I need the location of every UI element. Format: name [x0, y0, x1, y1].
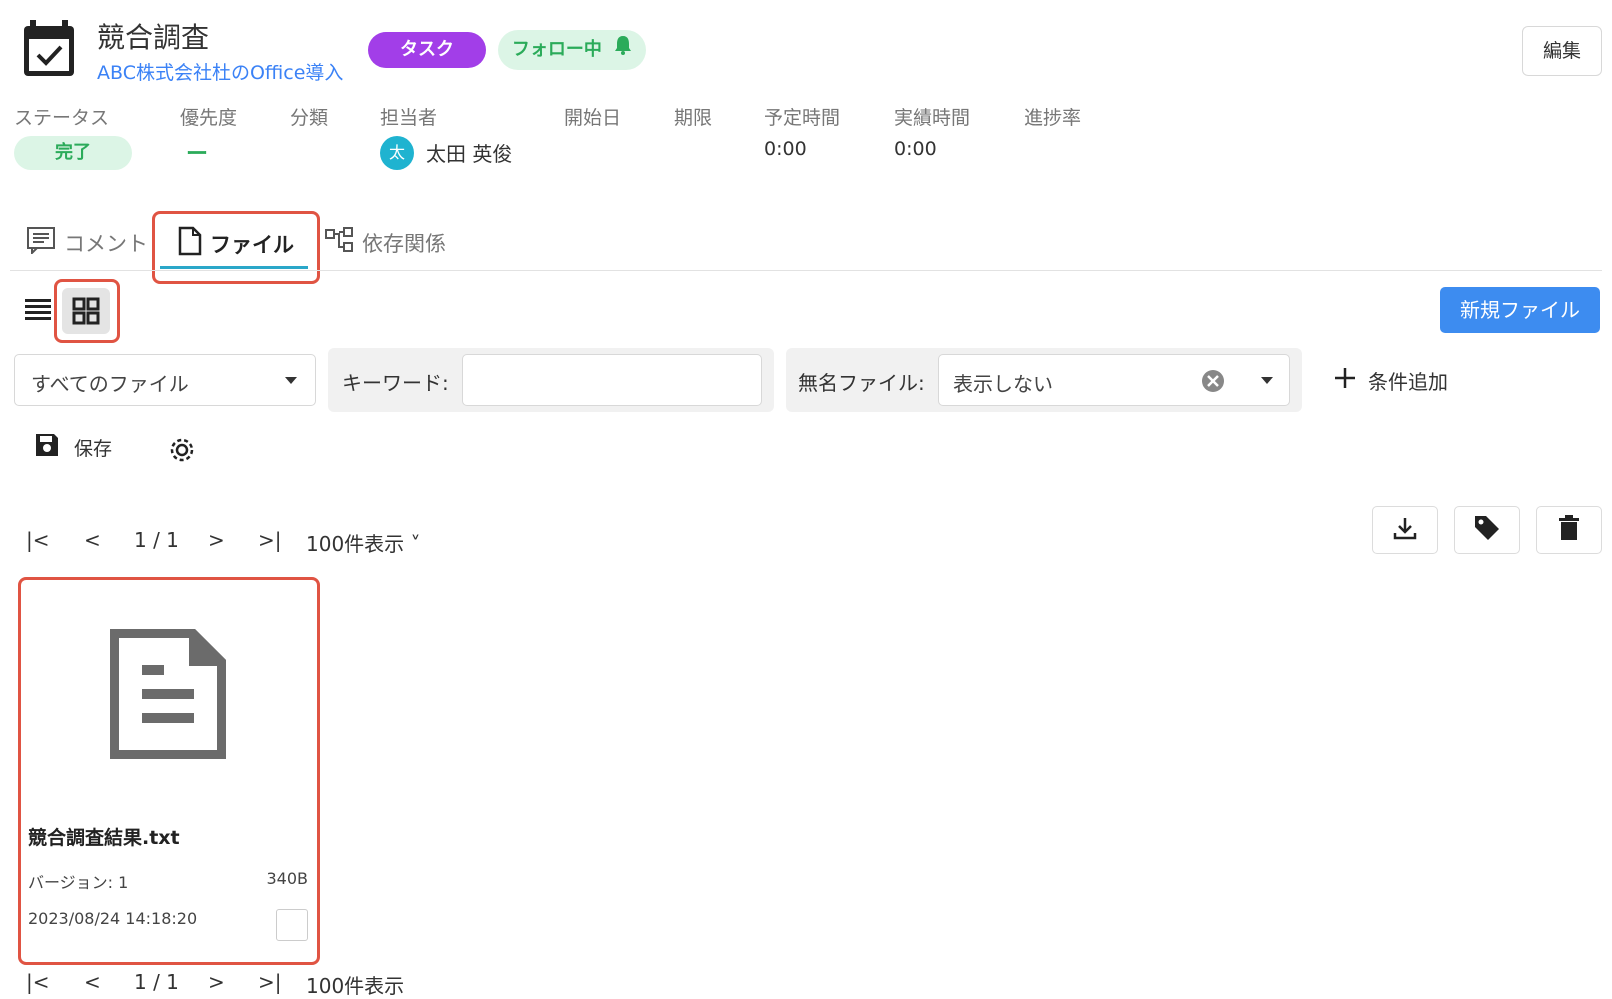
tab-file-label: ファイル [210, 232, 294, 257]
planned-time-value[interactable]: 0:00 [764, 138, 807, 160]
active-tab-indicator [160, 266, 308, 269]
save-button[interactable]: 保存 [34, 432, 112, 463]
page-title: 競合調査 [97, 21, 210, 54]
follow-button[interactable]: フォロー中 [498, 30, 646, 70]
file-filter-select[interactable]: すべてのファイル [14, 354, 316, 406]
first-page-icon[interactable]: |< [26, 528, 50, 552]
project-link[interactable]: ABC株式会社杜のOffice導入 [97, 58, 343, 85]
task-badge: タスク [368, 32, 486, 68]
status-badge[interactable]: 完了 [14, 136, 132, 170]
dependency-icon [324, 226, 354, 259]
plus-icon [1334, 367, 1356, 394]
last-page-icon[interactable]: >| [258, 970, 282, 994]
per-page-value: 100件表示 [306, 532, 405, 556]
file-icon [178, 226, 202, 261]
follow-label: フォロー中 [511, 39, 602, 60]
page-indicator: 1 / 1 [134, 970, 179, 994]
tag-button[interactable] [1454, 506, 1520, 554]
save-label: 保存 [74, 438, 113, 460]
unnamed-file-select[interactable]: 表示しない [938, 354, 1290, 406]
tab-dependency-label: 依存関係 [362, 231, 446, 256]
calendar-check-icon [22, 18, 76, 78]
tab-comment-label: コメント [64, 231, 148, 256]
progress-label: 進捗率 [1024, 107, 1082, 129]
page-indicator: 1 / 1 [134, 528, 179, 552]
unnamed-file-label: 無名ファイル: [798, 371, 925, 395]
list-view-icon[interactable] [24, 296, 52, 322]
avatar: 太 [380, 136, 414, 170]
comment-icon [26, 226, 56, 259]
unnamed-file-value: 表示しない [953, 372, 1053, 396]
card-highlight [18, 577, 320, 965]
prev-page-icon[interactable]: < [84, 528, 101, 552]
view-highlight [54, 279, 120, 343]
next-page-icon[interactable]: > [208, 970, 225, 994]
start-date-label: 開始日 [564, 107, 622, 129]
keyword-label: キーワード: [342, 371, 449, 395]
chevron-down-icon: ˅ [410, 532, 421, 556]
next-page-icon[interactable]: > [208, 528, 225, 552]
first-page-icon[interactable]: |< [26, 970, 50, 994]
add-condition-button[interactable]: 条件追加 [1334, 366, 1448, 395]
clear-icon[interactable] [1201, 369, 1225, 397]
bell-icon [614, 30, 632, 70]
assignee-name[interactable]: 太田 英俊 [426, 138, 512, 167]
trash-icon [1558, 515, 1580, 545]
due-date-label: 期限 [674, 107, 713, 129]
download-icon [1392, 515, 1418, 545]
caret-down-icon[interactable] [1261, 377, 1273, 384]
tab-comment[interactable]: コメント [26, 226, 148, 259]
delete-button[interactable] [1536, 506, 1602, 554]
new-file-button[interactable]: 新規ファイル [1440, 287, 1600, 333]
settings-gear-icon[interactable] [168, 436, 196, 468]
assignee-label: 担当者 [380, 107, 438, 129]
per-page-value[interactable]: 100件表示 [306, 970, 404, 999]
actual-time-label: 実績時間 [894, 107, 971, 129]
download-button[interactable] [1372, 506, 1438, 554]
tab-divider [10, 270, 1602, 271]
tab-file[interactable]: ファイル [178, 226, 294, 261]
add-condition-label: 条件追加 [1368, 370, 1448, 394]
category-label: 分類 [290, 107, 329, 129]
unnamed-file-filter: 無名ファイル: 表示しない [786, 348, 1302, 412]
caret-down-icon [285, 377, 297, 384]
file-filter-value: すべてのファイル [31, 372, 189, 396]
tab-dependency[interactable]: 依存関係 [324, 226, 446, 259]
keyword-input[interactable] [462, 354, 762, 406]
keyword-filter: キーワード: [328, 348, 774, 412]
priority-value[interactable]: ー [186, 136, 208, 168]
edit-button[interactable]: 編集 [1522, 26, 1602, 76]
planned-time-label: 予定時間 [764, 107, 841, 129]
actual-time-value[interactable]: 0:00 [894, 138, 937, 160]
tag-icon [1473, 514, 1501, 546]
last-page-icon[interactable]: >| [258, 528, 282, 552]
prev-page-icon[interactable]: < [84, 970, 101, 994]
status-label: ステータス [14, 107, 110, 129]
priority-label: 優先度 [180, 107, 238, 129]
per-page-select[interactable]: 100件表示 ˅ [306, 528, 421, 557]
save-icon [34, 432, 60, 463]
